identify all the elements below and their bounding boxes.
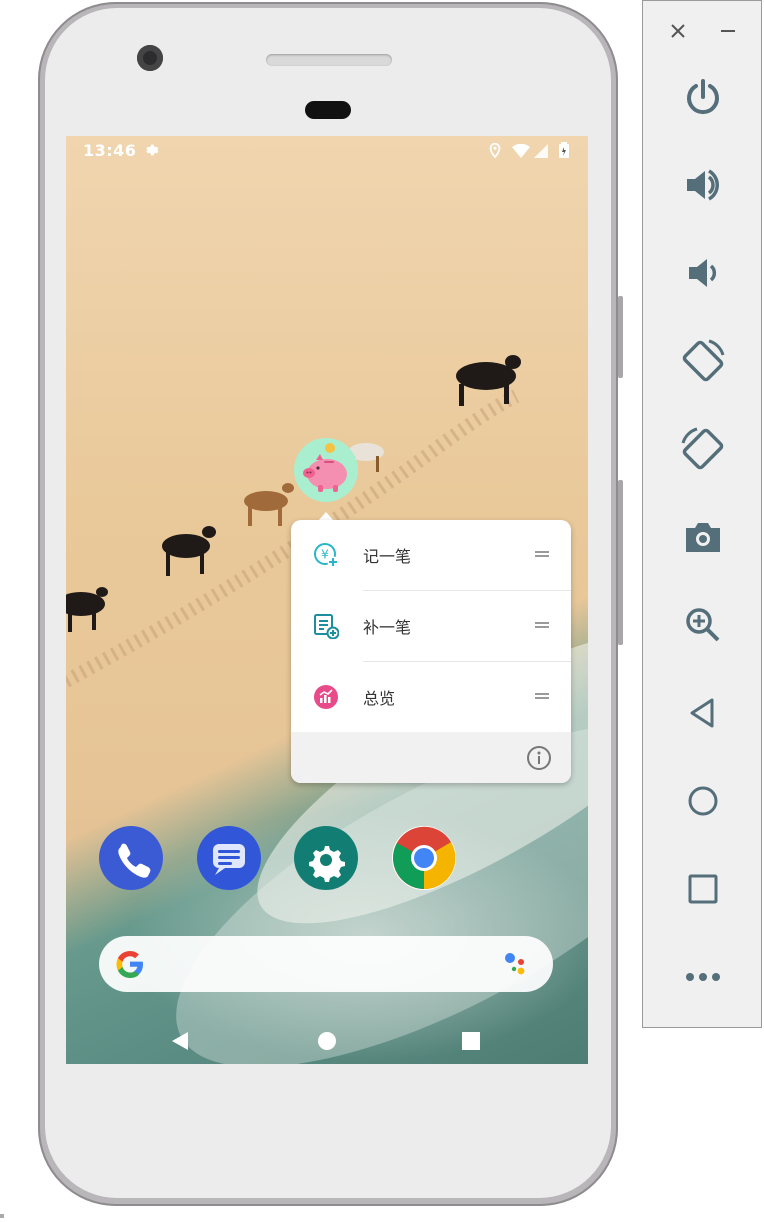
back-button[interactable]: [673, 683, 733, 743]
rotate-left-icon: [682, 339, 725, 382]
volume-side-button: [618, 480, 623, 645]
home-circle-icon: [688, 786, 718, 816]
power-side-button: [618, 296, 623, 378]
nav-home-icon[interactable]: [316, 1030, 338, 1052]
nav-overview-icon[interactable]: [460, 1030, 482, 1052]
back-triangle-icon: [690, 698, 714, 728]
settings-app-icon[interactable]: [294, 826, 358, 890]
info-icon[interactable]: [526, 745, 552, 771]
settings-notification-icon: [146, 144, 159, 156]
rotate-right-button[interactable]: [673, 419, 733, 479]
phone-app-icon[interactable]: [99, 826, 163, 890]
status-time: 13:46: [83, 141, 137, 160]
close-icon[interactable]: [669, 22, 687, 40]
shortcut-supplement-item[interactable]: 补一笔: [291, 591, 571, 661]
ledger-add-icon: [314, 614, 339, 639]
volume-up-button[interactable]: [673, 155, 733, 215]
chart-icon: [314, 685, 338, 709]
earpiece-speaker: [266, 54, 392, 66]
piggy-bank-app-icon[interactable]: [294, 438, 358, 502]
gear-icon: [309, 846, 345, 882]
location-icon: [489, 142, 501, 158]
shortcut-menu-footer: [291, 732, 571, 783]
nav-back-icon[interactable]: [170, 1030, 192, 1052]
chrome-app-icon[interactable]: [392, 826, 456, 890]
emulator-toolbar: [642, 0, 762, 1028]
volume-down-icon: [689, 259, 717, 287]
battery-icon: [559, 142, 569, 158]
volume-down-button[interactable]: [673, 243, 733, 303]
messages-app-icon[interactable]: [197, 826, 261, 890]
corner-mark: [0, 1214, 4, 1218]
drag-handle-icon[interactable]: [535, 622, 549, 628]
app-shortcut-menu: ¥ 记一笔 补一笔 总览: [291, 520, 571, 783]
drag-handle-icon[interactable]: [535, 551, 549, 557]
assistant-icon[interactable]: [501, 949, 531, 979]
cow: [244, 483, 294, 526]
google-search-bar[interactable]: [99, 936, 553, 992]
cell-signal-icon: [534, 144, 548, 158]
piggy-bank-icon: [303, 443, 347, 492]
cow: [66, 587, 108, 632]
drag-handle-icon[interactable]: [535, 693, 549, 699]
minimize-icon[interactable]: [719, 22, 737, 40]
cow: [456, 355, 521, 406]
overview-square-icon: [688, 874, 718, 904]
shortcut-label: 补一笔: [363, 618, 412, 637]
message-bubble-icon: [213, 844, 245, 875]
svg-text:¥: ¥: [321, 548, 329, 562]
google-logo-icon: [116, 951, 143, 978]
phone-screen: 13:46 ¥ 记一笔 补一笔 总览: [66, 136, 588, 1064]
power-button[interactable]: [673, 67, 733, 127]
more-icon: [686, 973, 720, 981]
overview-button[interactable]: [673, 859, 733, 919]
volume-up-icon: [687, 169, 719, 201]
screenshot-button[interactable]: [673, 507, 733, 567]
chrome-logo-icon: [393, 826, 456, 890]
yen-add-icon: ¥: [314, 543, 339, 568]
status-bar: 13:46: [66, 136, 588, 166]
camera-icon: [686, 523, 720, 552]
shortcut-label: 记一笔: [363, 547, 412, 566]
zoom-button[interactable]: [673, 595, 733, 655]
navigation-bar: [66, 1016, 588, 1064]
rotate-left-button[interactable]: [673, 331, 733, 391]
shortcut-overview-item[interactable]: 总览: [291, 662, 571, 732]
front-camera: [137, 45, 163, 71]
rotate-right-icon: [681, 427, 724, 470]
zoom-icon: [686, 608, 720, 642]
cow: [162, 526, 216, 576]
wifi-icon: [512, 144, 530, 158]
home-button[interactable]: [673, 771, 733, 831]
shortcut-record-item[interactable]: ¥ 记一笔: [291, 520, 571, 590]
more-button[interactable]: [673, 947, 733, 1007]
proximity-sensor: [305, 101, 351, 119]
phone-handset-icon: [118, 843, 151, 878]
power-icon: [687, 79, 719, 115]
shortcut-label: 总览: [363, 689, 396, 708]
